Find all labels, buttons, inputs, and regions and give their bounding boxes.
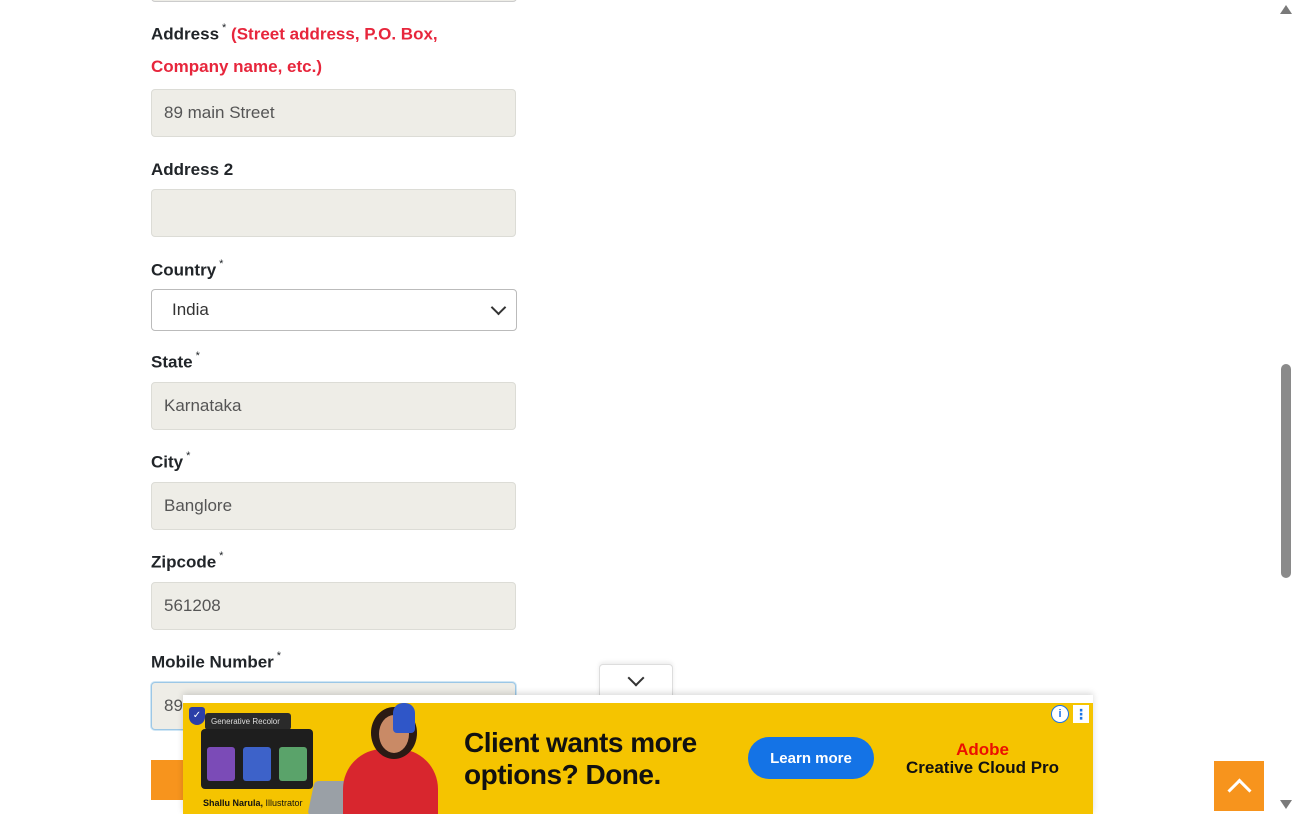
country-select[interactable]: India bbox=[151, 289, 517, 331]
parrot-icon bbox=[393, 703, 415, 733]
ad-caption: Shallu Narula, Illustrator bbox=[203, 798, 303, 808]
country-selected-value: India bbox=[172, 300, 209, 319]
scroll-up-arrow-icon[interactable] bbox=[1280, 5, 1292, 14]
address-hint-line2: Company name, etc.) bbox=[151, 57, 322, 76]
ad-mock-screen bbox=[201, 729, 313, 789]
chevron-up-icon bbox=[1226, 777, 1252, 803]
previous-input-edge bbox=[151, 0, 517, 2]
back-to-top-button[interactable] bbox=[1214, 761, 1264, 811]
state-input[interactable]: Karnataka bbox=[151, 382, 516, 430]
learn-more-button[interactable]: Learn more bbox=[748, 737, 874, 779]
address-input[interactable]: 89 main Street bbox=[151, 89, 516, 137]
address-hint: (Street address, P.O. Box, bbox=[231, 24, 438, 44]
zipcode-label: Zipcode * bbox=[151, 550, 224, 572]
mobile-label: Mobile Number * bbox=[151, 650, 282, 672]
address-label: Address * (Street address, P.O. Box, bbox=[151, 22, 438, 44]
info-icon[interactable]: i bbox=[1051, 705, 1069, 723]
shield-icon: ✓ bbox=[189, 707, 205, 725]
country-label: Country * bbox=[151, 258, 224, 280]
zipcode-input[interactable]: 561208 bbox=[151, 582, 516, 630]
scroll-down-arrow-icon[interactable] bbox=[1280, 800, 1292, 809]
more-options-icon[interactable]: ⋮ bbox=[1073, 705, 1089, 723]
city-label: City * bbox=[151, 450, 191, 472]
address2-input[interactable] bbox=[151, 189, 516, 237]
ad-creative[interactable]: ✓ Generative Recolor Shallu Narula, Illu… bbox=[183, 703, 1093, 814]
address2-label: Address 2 bbox=[151, 160, 234, 179]
ad-banner[interactable]: ✓ Generative Recolor Shallu Narula, Illu… bbox=[183, 695, 1093, 814]
ad-headline: Client wants more options? Done. bbox=[464, 727, 697, 790]
scrollbar-thumb[interactable] bbox=[1281, 364, 1291, 578]
adobe-logo: Adobe Creative Cloud Pro bbox=[906, 740, 1060, 777]
state-label: State * bbox=[151, 350, 200, 372]
ad-mock-label: Generative Recolor bbox=[205, 713, 291, 730]
city-input[interactable]: Banglore bbox=[151, 482, 516, 530]
chevron-down-icon bbox=[627, 669, 645, 687]
chevron-down-icon bbox=[490, 299, 507, 316]
page-scrollbar[interactable] bbox=[1278, 0, 1295, 814]
ad-collapse-button[interactable] bbox=[599, 664, 673, 697]
